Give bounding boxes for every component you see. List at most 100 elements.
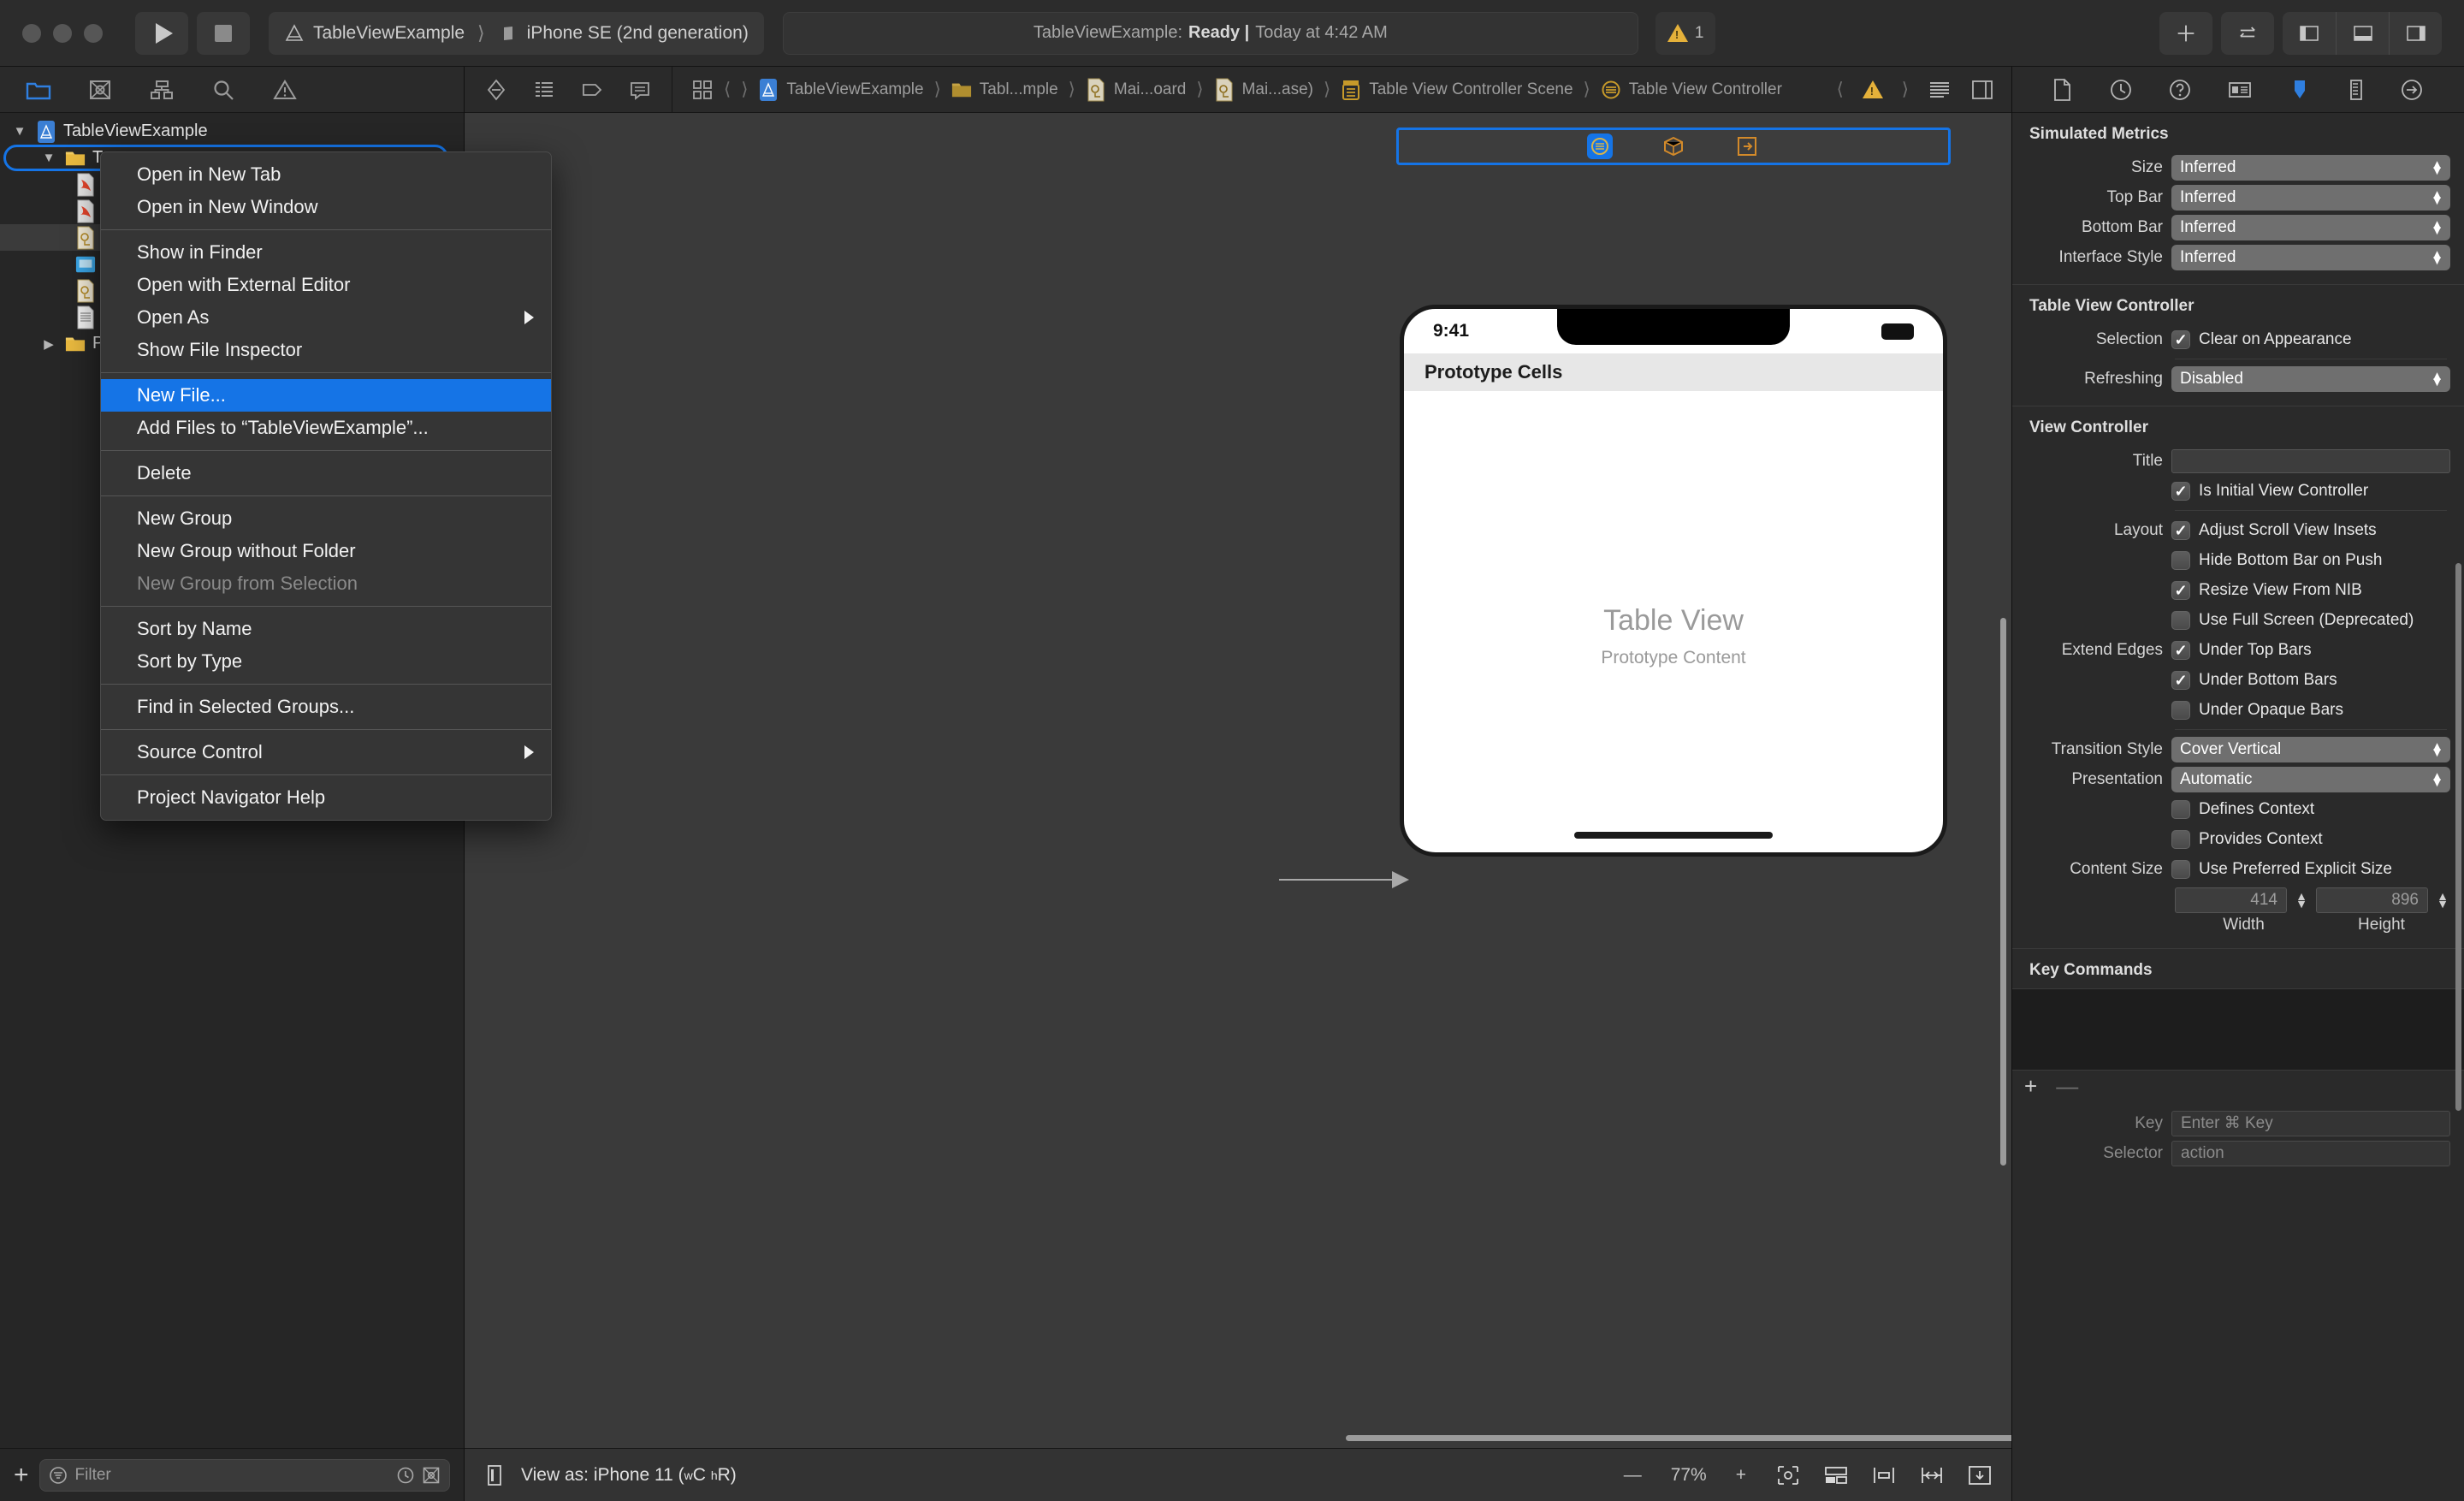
exit-icon[interactable]	[1734, 133, 1760, 159]
menu-item-project-navigator-help[interactable]: Project Navigator Help	[101, 781, 551, 814]
issue-prev-button[interactable]: ⟨	[1837, 79, 1844, 100]
warning-icon[interactable]	[1862, 80, 1883, 98]
menu-item-show-in-finder[interactable]: Show in Finder	[101, 236, 551, 269]
source-control-navigator-icon[interactable]	[86, 77, 115, 103]
view-controller-icon[interactable]	[1587, 133, 1613, 159]
canvas-horizontal-scrollbar[interactable]	[1346, 1435, 2011, 1441]
add-constraints-icon[interactable]	[1919, 1463, 1945, 1487]
project-navigator-context-menu[interactable]: Open in New Tab Open in New Window Show …	[100, 151, 552, 821]
remove-key-command-button[interactable]: —	[2056, 1073, 2078, 1100]
zoom-in-button[interactable]: +	[1736, 1465, 1746, 1486]
menu-item-delete[interactable]: Delete	[101, 457, 551, 489]
previous-icon[interactable]	[581, 79, 603, 101]
toggle-navigator-button[interactable]	[2283, 12, 2336, 55]
menu-item-open-as[interactable]: Open As	[101, 301, 551, 334]
nav-forward-button[interactable]: ⟩	[741, 79, 748, 100]
clear-icon[interactable]	[422, 1466, 441, 1485]
key-input[interactable]: Enter ⌘ Key	[2171, 1110, 2450, 1136]
menu-item-show-file-inspector[interactable]: Show File Inspector	[101, 334, 551, 366]
history-inspector-icon[interactable]	[2109, 78, 2133, 102]
embed-icon[interactable]	[1823, 1463, 1849, 1487]
issue-next-button[interactable]: ⟩	[1902, 79, 1909, 100]
transition-style-popup[interactable]: Cover Vertical ▲ ▼	[2171, 736, 2450, 762]
toggle-inspector-button[interactable]	[2389, 11, 2442, 55]
top-bar-popup[interactable]: Inferred ▲ ▼	[2171, 184, 2450, 211]
run-button[interactable]	[135, 11, 188, 55]
minimap-icon[interactable]	[1928, 79, 1952, 101]
zoom-window-button[interactable]	[84, 23, 103, 43]
refreshing-popup[interactable]: Disabled ▲ ▼	[2171, 365, 2450, 392]
project-navigator-icon[interactable]	[24, 77, 53, 103]
adjust-scroll-view-insets-checkbox[interactable]	[2171, 520, 2190, 540]
bottom-bar-popup[interactable]: Inferred ▲ ▼	[2171, 214, 2450, 240]
find-navigator-icon[interactable]	[209, 77, 238, 103]
file-inspector-icon[interactable]	[2052, 78, 2074, 102]
quick-help-icon[interactable]	[2168, 78, 2192, 102]
menu-item-find-in-selected-groups[interactable]: Find in Selected Groups...	[101, 691, 551, 723]
attributes-inspector-icon[interactable]	[2288, 78, 2312, 102]
assistant-editor-icon[interactable]	[1970, 79, 1994, 101]
breadcrumb-item-project[interactable]: TableViewExample	[758, 78, 924, 102]
related-items-icon[interactable]	[485, 78, 507, 102]
prototype-cell-row[interactable]	[1404, 391, 1943, 434]
recent-icon[interactable]	[396, 1466, 415, 1485]
breadcrumb-item-view-controller[interactable]: Table View Controller	[1601, 78, 1782, 102]
under-bottom-bars-checkbox[interactable]	[2171, 670, 2190, 690]
breadcrumb-item-group[interactable]: Tabl...mple	[951, 78, 1058, 102]
defines-context-checkbox[interactable]	[2171, 799, 2190, 819]
stepper-icon[interactable]: ▲ ▼	[2294, 890, 2309, 910]
breadcrumb-item-scene[interactable]: Table View Controller Scene	[1341, 78, 1573, 102]
clear-on-appearance-checkbox[interactable]	[2171, 329, 2190, 349]
selector-input[interactable]: action	[2171, 1140, 2450, 1166]
update-frames-icon[interactable]	[1967, 1463, 1993, 1487]
add-item-button[interactable]: +	[14, 1462, 29, 1488]
hide-bottom-bar-on-push-checkbox[interactable]	[2171, 550, 2190, 570]
menu-item-sort-by-name[interactable]: Sort by Name	[101, 613, 551, 645]
resolve-issues-icon[interactable]	[1775, 1463, 1801, 1487]
provides-context-checkbox[interactable]	[2171, 829, 2190, 849]
stepper-icon[interactable]: ▲ ▼	[2435, 890, 2450, 910]
size-popup[interactable]: Inferred ▲ ▼	[2171, 154, 2450, 181]
minimize-window-button[interactable]	[53, 23, 72, 43]
menu-item-open-in-new-tab[interactable]: Open in New Tab	[101, 158, 551, 191]
zoom-out-button[interactable]: —	[1624, 1465, 1642, 1486]
view-as-label[interactable]: View as: iPhone 11 (wC hR)	[521, 1465, 737, 1486]
title-input[interactable]	[2171, 448, 2450, 473]
close-window-button[interactable]	[22, 23, 41, 43]
menu-item-sort-by-type[interactable]: Sort by Type	[101, 645, 551, 678]
align-icon[interactable]	[1871, 1463, 1897, 1487]
warning-indicator[interactable]: 1	[1655, 11, 1716, 55]
interface-builder-canvas[interactable]: 9:41 Prototype Cells Table View Prototyp…	[465, 113, 2011, 1448]
editor-options-button[interactable]	[2221, 11, 2274, 55]
content-width-input[interactable]: 414	[2175, 887, 2287, 913]
grid-icon[interactable]	[691, 79, 714, 101]
symbol-navigator-icon[interactable]	[147, 77, 176, 103]
menu-item-open-with-external-editor[interactable]: Open with External Editor	[101, 269, 551, 301]
resize-view-from-nib-checkbox[interactable]	[2171, 580, 2190, 600]
disclosure-triangle[interactable]: ▼	[10, 124, 29, 139]
menu-item-source-control[interactable]: Source Control	[101, 736, 551, 768]
presentation-popup[interactable]: Automatic ▲ ▼	[2171, 766, 2450, 792]
breadcrumb-item-storyboard[interactable]: Mai...oard	[1086, 78, 1186, 102]
under-opaque-bars-checkbox[interactable]	[2171, 700, 2190, 720]
disclosure-triangle[interactable]: ▼	[39, 151, 58, 165]
filter-input[interactable]: Filter	[38, 1458, 450, 1492]
add-editor-button[interactable]	[2159, 11, 2212, 55]
document-items-icon[interactable]	[533, 79, 555, 101]
view-controller-preview[interactable]: 9:41 Prototype Cells Table View Prototyp…	[1400, 305, 1947, 857]
interface-style-popup[interactable]: Inferred ▲ ▼	[2171, 244, 2450, 270]
breadcrumb-item-base[interactable]: Mai...ase)	[1214, 78, 1313, 102]
use-full-screen-checkbox[interactable]	[2171, 610, 2190, 630]
first-responder-icon[interactable]	[1661, 133, 1686, 159]
toggle-debug-area-button[interactable]	[2336, 11, 2389, 55]
nav-back-button[interactable]: ⟨	[724, 79, 731, 100]
issue-navigator-icon[interactable]	[270, 77, 299, 103]
scene-dock[interactable]	[1396, 128, 1951, 165]
stop-button[interactable]	[197, 11, 250, 55]
canvas-vertical-scrollbar[interactable]	[2000, 618, 2006, 1166]
tree-row-project[interactable]: ▼ TableViewExample	[0, 118, 464, 145]
under-top-bars-checkbox[interactable]	[2171, 640, 2190, 660]
device-icon[interactable]	[483, 1463, 506, 1487]
menu-item-new-group-without-folder[interactable]: New Group without Folder	[101, 535, 551, 567]
menu-item-new-group[interactable]: New Group	[101, 502, 551, 535]
